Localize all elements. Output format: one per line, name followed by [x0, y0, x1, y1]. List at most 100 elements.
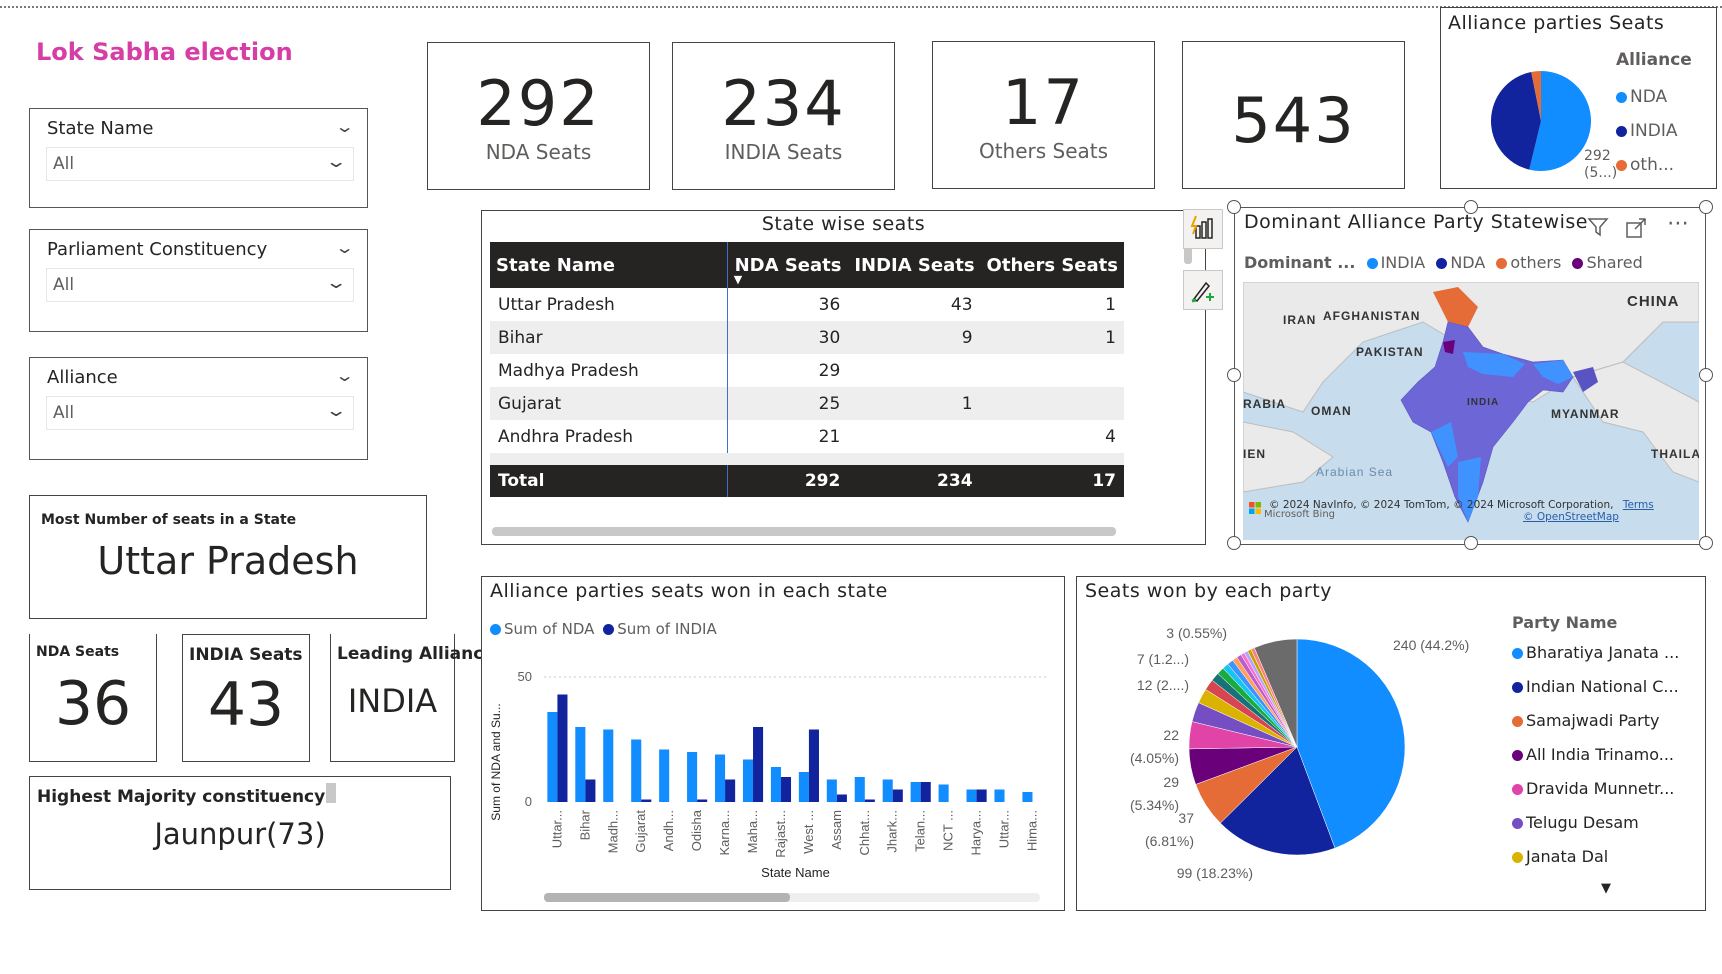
table-row[interactable]: Uttar Pradesh 36 43 1 [490, 288, 1124, 321]
bar-nda[interactable] [687, 752, 698, 802]
bar-nda[interactable] [798, 772, 809, 802]
bar-nda[interactable] [994, 789, 1005, 803]
mini-card-leading-alliance[interactable]: Leading Alliance INDIA [330, 634, 495, 762]
legend-scroll-down-icon[interactable]: ▼ [1601, 881, 1611, 896]
bar-nda[interactable] [659, 749, 670, 803]
bar-nda[interactable] [938, 784, 949, 803]
bar-nda[interactable] [966, 789, 977, 803]
bar-india[interactable] [780, 777, 792, 802]
seats-by-party-pie-visual[interactable]: Seats won by each party 240 (44.2%) 99 (1… [1076, 576, 1706, 911]
resize-handle[interactable] [1227, 536, 1241, 550]
bar-nda[interactable] [882, 779, 893, 803]
legend-item-nda[interactable]: Sum of NDA [490, 620, 594, 638]
legend-item-india[interactable]: Sum of INDIA [603, 620, 717, 638]
slicer-dropdown[interactable]: All ⌄ [46, 268, 354, 302]
sort-descending-icon[interactable]: ▼ [734, 273, 742, 286]
table-row[interactable]: Bihar 30 9 1 [490, 321, 1124, 354]
slicer-parliament-constituency[interactable]: Parliament Constituency ⌄ All ⌄ [29, 229, 368, 332]
legend-item[interactable]: Telugu Desam [1512, 811, 1679, 835]
bar-india[interactable] [725, 779, 736, 803]
legend-item[interactable]: Dravida Munnetr... [1512, 777, 1679, 801]
bar-india[interactable] [557, 694, 568, 803]
column-header-india-seats[interactable]: INDIA Seats [848, 242, 981, 288]
focus-mode-icon[interactable] [1625, 217, 1647, 243]
bar-nda[interactable] [826, 779, 837, 803]
mini-card-nda-seats[interactable]: NDA Seats 36 [29, 634, 157, 762]
bar-india[interactable] [585, 779, 596, 803]
bar-india[interactable] [864, 799, 875, 803]
chevron-down-icon[interactable]: ⌄ [324, 273, 347, 293]
bar-nda[interactable] [575, 727, 586, 802]
bar-nda[interactable] [715, 754, 726, 803]
bar-india[interactable] [753, 727, 764, 802]
resize-handle[interactable] [1699, 536, 1713, 550]
legend-item[interactable]: Bharatiya Janata ... [1512, 641, 1679, 665]
chevron-down-icon[interactable]: ⌄ [334, 117, 354, 136]
horizontal-scrollbar[interactable] [492, 527, 1116, 536]
resize-handle[interactable] [1227, 368, 1241, 382]
column-header-state-name[interactable]: State Name [490, 242, 728, 288]
more-options-icon[interactable]: ⋯ [1667, 211, 1690, 236]
mini-card-india-seats[interactable]: INDIA Seats 43 [182, 634, 310, 762]
legend-item-shared[interactable]: Shared [1566, 253, 1643, 272]
openstreetmap-link[interactable]: © OpenStreetMap [1523, 511, 1619, 523]
dominant-alliance-map-visual[interactable]: Dominant Alliance Party Statewise ⋯ Domi… [1227, 200, 1713, 550]
resize-handle[interactable] [1227, 200, 1241, 214]
bar-nda[interactable] [742, 759, 754, 803]
bar-nda[interactable] [547, 712, 558, 802]
bar-nda[interactable] [631, 739, 642, 803]
slicer-state-name[interactable]: State Name ⌄ All ⌄ [29, 108, 368, 208]
resize-handle[interactable] [1699, 368, 1713, 382]
chevron-down-icon[interactable]: ⌄ [334, 366, 354, 385]
bar-india[interactable] [920, 782, 931, 802]
legend-item[interactable]: Janata Dal [1512, 845, 1679, 869]
state-wise-table-visual[interactable]: State wise seats State Name NDA Seats ▼ I… [481, 210, 1206, 545]
table-row[interactable]: Andhra Pradesh 21 4 [490, 420, 1124, 453]
chevron-down-icon[interactable]: ⌄ [334, 238, 354, 257]
legend-item[interactable]: Samajwadi Party [1512, 709, 1679, 733]
kpi-card-total[interactable]: 543 [1182, 41, 1405, 189]
legend-item-india[interactable]: INDIA [1361, 253, 1425, 272]
column-header-others-seats[interactable]: Others Seats [980, 242, 1124, 288]
bar-nda[interactable] [770, 767, 781, 802]
table-row[interactable]: Madhya Pradesh 29 [490, 354, 1124, 387]
bar-chart-svg[interactable]: 0 50 Sum of NDA and Su... Uttar... Bihar Madh… [482, 637, 1064, 887]
column-header-nda-seats[interactable]: NDA Seats ▼ [727, 242, 849, 288]
terms-link[interactable]: Terms [1623, 499, 1654, 511]
party-pie-svg[interactable]: 240 (44.2%) 99 (18.23%) 37 (6.81%) 29 (5.34%)… [1077, 607, 1497, 907]
resize-handle[interactable] [1699, 200, 1713, 214]
bar-nda[interactable] [854, 777, 865, 802]
legend-item-india[interactable]: INDIA [1616, 114, 1677, 148]
format-visual-icon[interactable] [1183, 209, 1223, 249]
kpi-card-india[interactable]: 234 INDIA Seats [672, 42, 895, 190]
legend-item-others[interactable]: oth... [1616, 148, 1677, 182]
most-seats-card[interactable]: Most Number of seats in a State Uttar Pr… [29, 495, 427, 619]
bar-india[interactable] [697, 799, 708, 803]
bar-india[interactable] [808, 729, 819, 803]
kpi-card-nda[interactable]: 292 NDA Seats [427, 42, 650, 190]
slicer-alliance[interactable]: Alliance ⌄ All ⌄ [29, 357, 368, 460]
slicer-dropdown[interactable]: All ⌄ [46, 396, 354, 430]
bar-india[interactable] [976, 789, 987, 803]
bar-india[interactable] [641, 799, 652, 803]
vertical-scrollbar[interactable] [326, 783, 336, 803]
filter-icon[interactable] [1587, 216, 1609, 243]
legend-item-nda[interactable]: NDA [1430, 253, 1485, 272]
horizontal-scrollbar-track[interactable] [544, 893, 1040, 902]
legend-item[interactable]: All India Trinamo... [1512, 743, 1679, 767]
bar-nda[interactable] [1022, 792, 1033, 802]
legend-item-others[interactable]: others [1490, 253, 1561, 272]
chevron-down-icon[interactable]: ⌄ [324, 401, 347, 421]
legend-item-nda[interactable]: NDA [1616, 80, 1677, 114]
legend-item[interactable]: Indian National C... [1512, 675, 1679, 699]
slicer-dropdown[interactable]: All ⌄ [46, 147, 354, 181]
alliance-pie-visual[interactable]: Alliance parties Seats 292 (5...) Allianc… [1440, 7, 1717, 189]
resize-handle[interactable] [1464, 200, 1478, 214]
resize-handle[interactable] [1464, 536, 1478, 550]
bar-india[interactable] [836, 794, 847, 803]
table-row[interactable]: Gujarat 25 1 [490, 387, 1124, 420]
alliance-pie-chart[interactable] [1481, 61, 1601, 181]
analytics-paintbrush-icon[interactable] [1183, 270, 1223, 310]
bar-nda[interactable] [603, 729, 614, 803]
bar-nda[interactable] [910, 782, 921, 802]
